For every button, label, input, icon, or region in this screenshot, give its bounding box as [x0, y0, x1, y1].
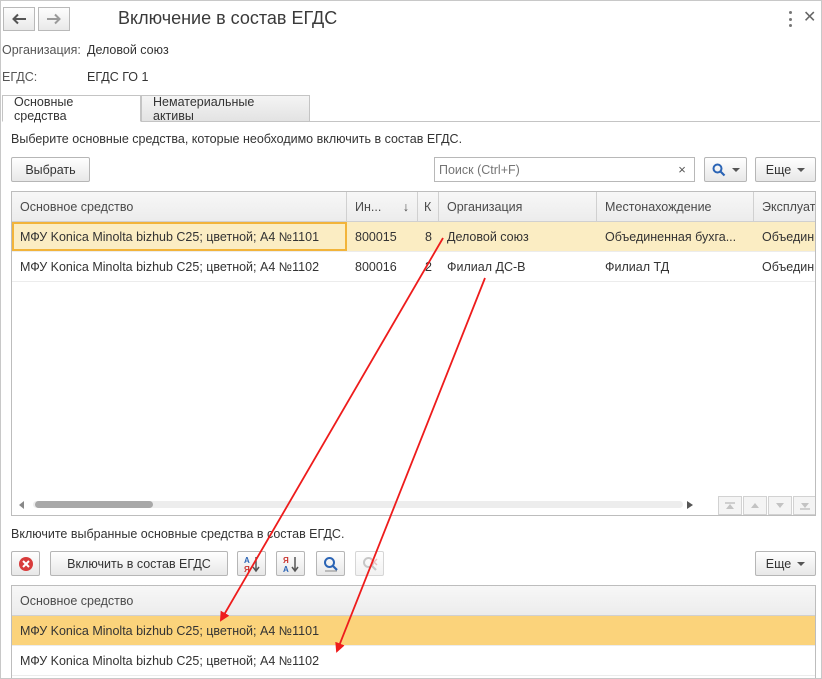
forward-button[interactable]: [38, 7, 70, 31]
scroll-thumb[interactable]: [35, 501, 153, 508]
table-row[interactable]: МФУ Konica Minolta bizhub C25; цветной; …: [12, 616, 815, 646]
column-header-location[interactable]: Местонахождение: [597, 192, 754, 222]
tab-fixed-assets-label: Основные средства: [14, 94, 74, 123]
search-options-button[interactable]: [704, 157, 747, 182]
fixed-assets-table[interactable]: Основное средство Ин... ↓ К Организация …: [11, 191, 816, 516]
search-input[interactable]: [435, 161, 671, 178]
svg-text:Я: Я: [244, 565, 250, 573]
cell-location[interactable]: Филиал ТД: [597, 252, 754, 281]
close-icon[interactable]: ✕: [803, 9, 816, 27]
svg-text:А: А: [283, 565, 289, 573]
column-header-exploitation[interactable]: Эксплуат: [754, 192, 815, 222]
first-page-icon: [725, 501, 735, 509]
arrow-right-icon: [47, 13, 61, 25]
column-header-k[interactable]: К: [418, 192, 439, 222]
cell-k[interactable]: 2: [418, 252, 439, 281]
scroll-to-top-button[interactable]: [718, 496, 742, 515]
sort-ascending-icon: А Я: [244, 556, 260, 573]
search-field[interactable]: ×: [434, 157, 695, 182]
sort-down-icon: ↓: [402, 200, 409, 214]
include-in-egds-button[interactable]: Включить в состав ЕГДС: [50, 551, 228, 576]
bottom-instruction: Включите выбранные основные средства в с…: [11, 527, 345, 541]
scroll-right-icon[interactable]: [687, 501, 693, 509]
cell-k[interactable]: 8: [418, 222, 439, 251]
egds-label: ЕГДС:: [2, 70, 38, 84]
column-header-asset[interactable]: Основное средство: [12, 192, 347, 222]
sort-ascending-button[interactable]: А Я: [237, 551, 266, 576]
window-title: Включение в состав ЕГДС: [118, 8, 338, 28]
organization-label: Организация:: [2, 43, 81, 57]
organization-value[interactable]: Деловой союз: [87, 43, 169, 57]
cell-exploitation[interactable]: Объедин: [754, 222, 815, 251]
chevron-down-icon: [797, 561, 806, 566]
scroll-to-bottom-button[interactable]: [793, 496, 815, 515]
cell-asset[interactable]: МФУ Konica Minolta bizhub C25; цветной; …: [12, 222, 347, 251]
horizontal-scrollbar[interactable]: [13, 497, 705, 513]
search-icon: [323, 556, 338, 571]
cancel-search-icon: [362, 556, 378, 571]
cell-organization[interactable]: Деловой союз: [439, 222, 597, 251]
tab-intangible-assets-label: Нематериальные активы: [153, 94, 255, 123]
column-header-asset[interactable]: Основное средство: [12, 586, 815, 616]
table-row[interactable]: МФУ Konica Minolta bizhub C25; цветной; …: [12, 222, 815, 252]
more-menu-icon[interactable]: [786, 11, 794, 27]
svg-text:А: А: [244, 556, 250, 565]
chevron-down-icon: [776, 503, 784, 508]
select-button-label: Выбрать: [25, 162, 76, 177]
column-header-inventory[interactable]: Ин... ↓: [347, 192, 418, 222]
cell-asset[interactable]: МФУ Konica Minolta bizhub C25; цветной; …: [12, 646, 815, 675]
more-button-bottom-label: Еще: [765, 556, 792, 571]
back-button[interactable]: [3, 7, 35, 31]
more-button-top-label: Еще: [765, 162, 792, 177]
clear-search-icon[interactable]: ×: [671, 162, 693, 177]
cell-asset[interactable]: МФУ Konica Minolta bizhub C25; цветной; …: [12, 616, 815, 645]
cell-inventory[interactable]: 800015: [347, 222, 418, 251]
sort-descending-button[interactable]: Я А: [276, 551, 305, 576]
scroll-down-button[interactable]: [768, 496, 792, 515]
cell-organization[interactable]: Филиал ДС-В: [439, 252, 597, 281]
arrow-left-icon: [12, 13, 26, 25]
include-in-egds-button-label: Включить в состав ЕГДС: [67, 556, 211, 571]
more-button-bottom[interactable]: Еще: [755, 551, 816, 576]
table-header: Основное средство Ин... ↓ К Организация …: [12, 192, 815, 222]
column-header-organization[interactable]: Организация: [439, 192, 597, 222]
top-instruction: Выберите основные средства, которые необ…: [11, 132, 463, 146]
chevron-up-icon: [751, 503, 759, 508]
table-row[interactable]: МФУ Konica Minolta bizhub C25; цветной; …: [12, 252, 815, 282]
svg-text:Я: Я: [283, 556, 289, 565]
tab-fixed-assets[interactable]: Основные средства: [2, 94, 141, 123]
scroll-up-button[interactable]: [743, 496, 767, 515]
chevron-down-icon: [797, 167, 806, 172]
cell-location[interactable]: Объединенная бухга...: [597, 222, 754, 251]
column-header-inventory-label: Ин...: [355, 200, 382, 214]
included-assets-table[interactable]: Основное средство МФУ Konica Minolta biz…: [11, 585, 816, 679]
more-button-top[interactable]: Еще: [755, 157, 816, 182]
select-button[interactable]: Выбрать: [11, 157, 90, 182]
find-button[interactable]: [316, 551, 345, 576]
delete-button[interactable]: [11, 551, 40, 576]
egds-value[interactable]: ЕГДС ГО 1: [87, 70, 148, 84]
sort-descending-icon: Я А: [283, 556, 299, 573]
cancel-search-button[interactable]: [355, 551, 384, 576]
search-icon: [712, 163, 725, 176]
delete-icon: [18, 556, 33, 571]
table-row[interactable]: МФУ Konica Minolta bizhub C25; цветной; …: [12, 646, 815, 676]
scroll-left-icon[interactable]: [19, 501, 25, 509]
tab-intangible-assets[interactable]: Нематериальные активы: [141, 94, 310, 123]
cell-exploitation[interactable]: Объедин: [754, 252, 815, 281]
cell-inventory[interactable]: 800016: [347, 252, 418, 281]
last-page-icon: [800, 502, 810, 510]
cell-asset[interactable]: МФУ Konica Minolta bizhub C25; цветной; …: [12, 252, 347, 281]
chevron-down-icon: [731, 167, 740, 172]
table-header: Основное средство: [12, 586, 815, 616]
